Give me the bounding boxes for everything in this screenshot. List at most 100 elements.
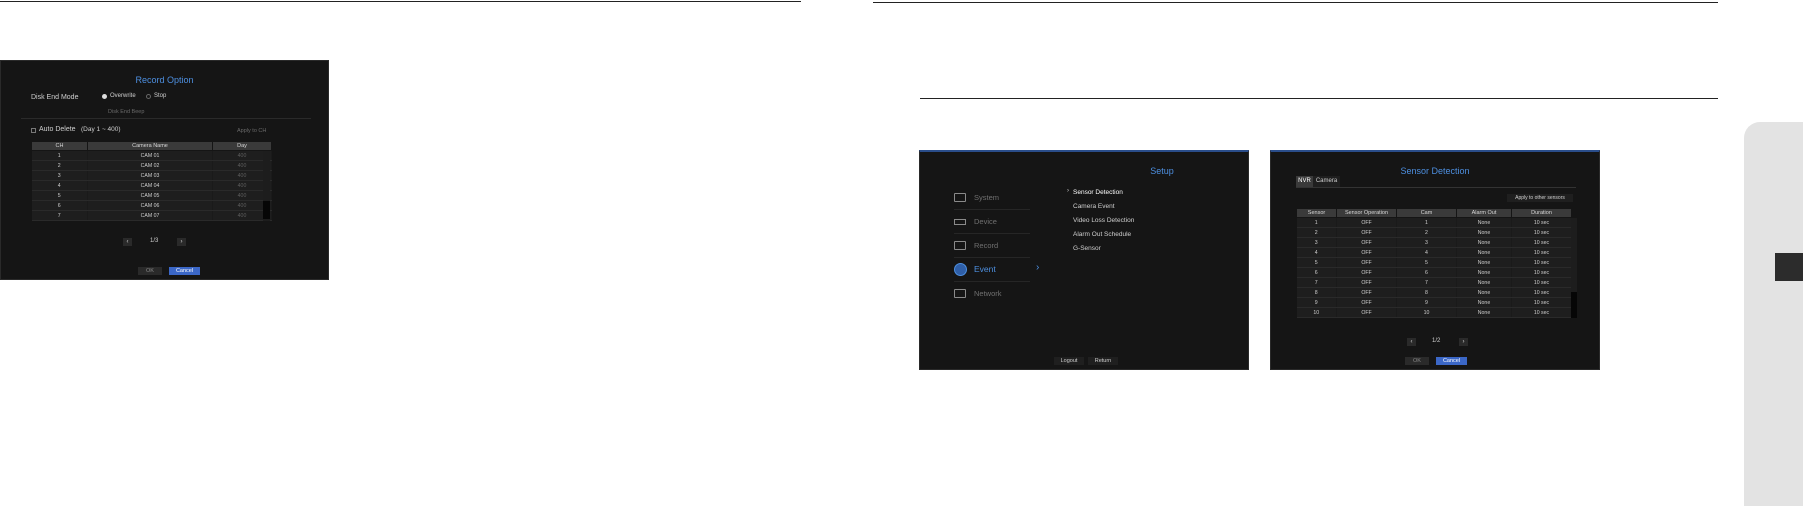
page-indicator: 1/2 bbox=[1432, 338, 1441, 344]
cell-operation[interactable]: OFF bbox=[1336, 287, 1397, 298]
cell-sensor: 6 bbox=[1296, 267, 1337, 278]
cell-alarm-out[interactable]: None bbox=[1456, 247, 1512, 258]
chevron-right-icon: › bbox=[1036, 262, 1040, 273]
submenu-camera-event[interactable]: Camera Event bbox=[1073, 203, 1115, 210]
table-row[interactable]: 7 CAM 07 400 bbox=[31, 210, 272, 221]
cell-alarm-out[interactable]: None bbox=[1456, 307, 1512, 318]
cell-cam[interactable]: 10 bbox=[1396, 307, 1457, 318]
cell-alarm-out[interactable]: None bbox=[1456, 257, 1512, 268]
disk-end-beep-label[interactable]: Disk End Beep bbox=[108, 109, 144, 115]
prev-page-icon[interactable]: ‹ bbox=[123, 238, 132, 246]
table-row[interactable]: 2 CAM 02 400 bbox=[31, 160, 272, 171]
cell-duration[interactable]: 10 sec bbox=[1511, 257, 1572, 268]
cell-duration[interactable]: 10 sec bbox=[1511, 217, 1572, 228]
menu-label: Network bbox=[974, 289, 1002, 298]
apply-to-ch-button[interactable]: Apply to CH bbox=[237, 128, 266, 134]
table-row[interactable]: 9 OFF 9 None 10 sec bbox=[1296, 297, 1572, 308]
cell-operation[interactable]: OFF bbox=[1336, 307, 1397, 318]
table-row[interactable]: 4 CAM 04 400 bbox=[31, 180, 272, 191]
table-row[interactable]: 6 CAM 06 400 bbox=[31, 200, 272, 211]
cell-duration[interactable]: 10 sec bbox=[1511, 267, 1572, 278]
cell-cam[interactable]: 7 bbox=[1396, 277, 1457, 288]
tab-nvr[interactable]: NVR bbox=[1296, 176, 1313, 187]
cell-cam[interactable]: 9 bbox=[1396, 297, 1457, 308]
table-row[interactable]: 10 OFF 10 None 10 sec bbox=[1296, 307, 1572, 318]
menu-item-network[interactable]: Network bbox=[954, 284, 1034, 304]
cell-ch: 6 bbox=[31, 200, 88, 211]
menu-item-record[interactable]: Record bbox=[954, 236, 1034, 256]
cell-operation[interactable]: OFF bbox=[1336, 237, 1397, 248]
table-row[interactable]: 6 OFF 6 None 10 sec bbox=[1296, 267, 1572, 278]
cell-alarm-out[interactable]: None bbox=[1456, 297, 1512, 308]
table-row[interactable]: 1 OFF 1 None 10 sec bbox=[1296, 217, 1572, 228]
cell-alarm-out[interactable]: None bbox=[1456, 267, 1512, 278]
cell-cam[interactable]: 4 bbox=[1396, 247, 1457, 258]
cell-alarm-out[interactable]: None bbox=[1456, 237, 1512, 248]
cell-operation[interactable]: OFF bbox=[1336, 267, 1397, 278]
cancel-button[interactable]: Cancel bbox=[169, 267, 200, 275]
ok-button[interactable]: OK bbox=[1405, 357, 1429, 365]
logout-button[interactable]: Logout bbox=[1054, 357, 1084, 365]
cell-cam[interactable]: 3 bbox=[1396, 237, 1457, 248]
submenu-sensor-detection[interactable]: Sensor Detection bbox=[1073, 189, 1123, 196]
table-row[interactable]: 3 OFF 3 None 10 sec bbox=[1296, 237, 1572, 248]
return-button[interactable]: Return bbox=[1088, 357, 1118, 365]
overwrite-radio-icon[interactable] bbox=[102, 94, 107, 99]
cell-duration[interactable]: 10 sec bbox=[1511, 237, 1572, 248]
cell-cam[interactable]: 5 bbox=[1396, 257, 1457, 268]
overwrite-label[interactable]: Overwrite bbox=[110, 93, 136, 99]
cell-cam[interactable]: 8 bbox=[1396, 287, 1457, 298]
cell-ch: 1 bbox=[31, 150, 88, 161]
cancel-button[interactable]: Cancel bbox=[1436, 357, 1467, 365]
cell-operation[interactable]: OFF bbox=[1336, 277, 1397, 288]
menu-item-system[interactable]: System bbox=[954, 188, 1034, 208]
stop-radio-icon[interactable] bbox=[146, 94, 151, 99]
cell-operation[interactable]: OFF bbox=[1336, 257, 1397, 268]
table-row[interactable]: 7 OFF 7 None 10 sec bbox=[1296, 277, 1572, 288]
cell-duration[interactable]: 10 sec bbox=[1511, 247, 1572, 258]
auto-delete-checkbox-icon[interactable] bbox=[31, 128, 36, 133]
submenu-alarm-out-schedule[interactable]: Alarm Out Schedule bbox=[1073, 231, 1131, 238]
submenu-g-sensor[interactable]: G-Sensor bbox=[1073, 245, 1101, 252]
next-page-icon[interactable]: › bbox=[177, 238, 186, 246]
table-row[interactable]: 5 CAM 05 400 bbox=[31, 190, 272, 201]
cell-operation[interactable]: OFF bbox=[1336, 227, 1397, 238]
cell-duration[interactable]: 10 sec bbox=[1511, 287, 1572, 298]
cell-ch: 3 bbox=[31, 170, 88, 181]
menu-item-device[interactable]: Device bbox=[954, 212, 1034, 232]
cell-alarm-out[interactable]: None bbox=[1456, 227, 1512, 238]
apply-to-other-sensors-button[interactable]: Apply to other sensors bbox=[1507, 194, 1573, 202]
cell-cam[interactable]: 6 bbox=[1396, 267, 1457, 278]
cell-cam[interactable]: 2 bbox=[1396, 227, 1457, 238]
table-row[interactable]: 3 CAM 03 400 bbox=[31, 170, 272, 181]
ok-button[interactable]: OK bbox=[138, 267, 162, 275]
cell-operation[interactable]: OFF bbox=[1336, 247, 1397, 258]
cell-operation[interactable]: OFF bbox=[1336, 217, 1397, 228]
table-row[interactable]: 2 OFF 2 None 10 sec bbox=[1296, 227, 1572, 238]
cell-duration[interactable]: 10 sec bbox=[1511, 307, 1572, 318]
side-tab-marker bbox=[1775, 253, 1803, 281]
table-scrollbar-thumb[interactable] bbox=[1571, 292, 1577, 318]
cell-duration[interactable]: 10 sec bbox=[1511, 277, 1572, 288]
cell-duration[interactable]: 10 sec bbox=[1511, 297, 1572, 308]
prev-page-icon[interactable]: ‹ bbox=[1407, 338, 1416, 346]
cell-duration[interactable]: 10 sec bbox=[1511, 227, 1572, 238]
col-header-duration: Duration bbox=[1511, 208, 1572, 218]
tab-camera[interactable]: Camera bbox=[1313, 176, 1340, 187]
submenu-video-loss-detection[interactable]: Video Loss Detection bbox=[1073, 217, 1134, 224]
table-row[interactable]: 5 OFF 5 None 10 sec bbox=[1296, 257, 1572, 268]
cell-alarm-out[interactable]: None bbox=[1456, 217, 1512, 228]
next-page-icon[interactable]: › bbox=[1459, 338, 1468, 346]
cell-cam[interactable]: 1 bbox=[1396, 217, 1457, 228]
cell-alarm-out[interactable]: None bbox=[1456, 287, 1512, 298]
system-icon bbox=[954, 193, 966, 202]
table-scrollbar-thumb[interactable] bbox=[263, 201, 270, 219]
menu-item-event[interactable]: Event bbox=[954, 260, 1034, 280]
cell-sensor: 4 bbox=[1296, 247, 1337, 258]
cell-alarm-out[interactable]: None bbox=[1456, 277, 1512, 288]
table-row[interactable]: 8 OFF 8 None 10 sec bbox=[1296, 287, 1572, 298]
cell-operation[interactable]: OFF bbox=[1336, 297, 1397, 308]
table-row[interactable]: 4 OFF 4 None 10 sec bbox=[1296, 247, 1572, 258]
stop-label[interactable]: Stop bbox=[154, 93, 166, 99]
table-row[interactable]: 1 CAM 01 400 bbox=[31, 150, 272, 161]
